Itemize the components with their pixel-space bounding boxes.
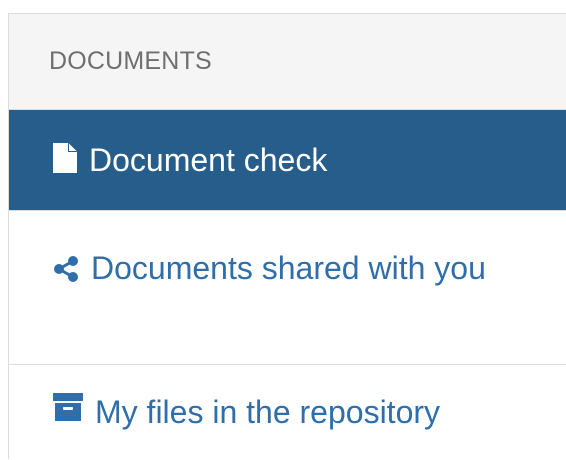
- panel-title: DOCUMENTS: [49, 47, 212, 75]
- nav-item-document-check[interactable]: Document check: [9, 110, 566, 211]
- nav-item-my-files[interactable]: My files in the repository: [9, 365, 566, 460]
- file-icon: [53, 142, 77, 178]
- nav-item-shared-documents[interactable]: Documents shared with you: [9, 211, 566, 365]
- nav-item-label: Document check: [89, 141, 328, 178]
- nav-item-label: My files in the repository: [95, 394, 441, 430]
- share-icon: [53, 256, 79, 287]
- documents-panel: DOCUMENTS Document check Documents share…: [8, 13, 566, 459]
- nav-item-label: Documents shared with you: [91, 250, 486, 286]
- panel-header: DOCUMENTS: [9, 14, 566, 110]
- archive-icon: [53, 393, 83, 426]
